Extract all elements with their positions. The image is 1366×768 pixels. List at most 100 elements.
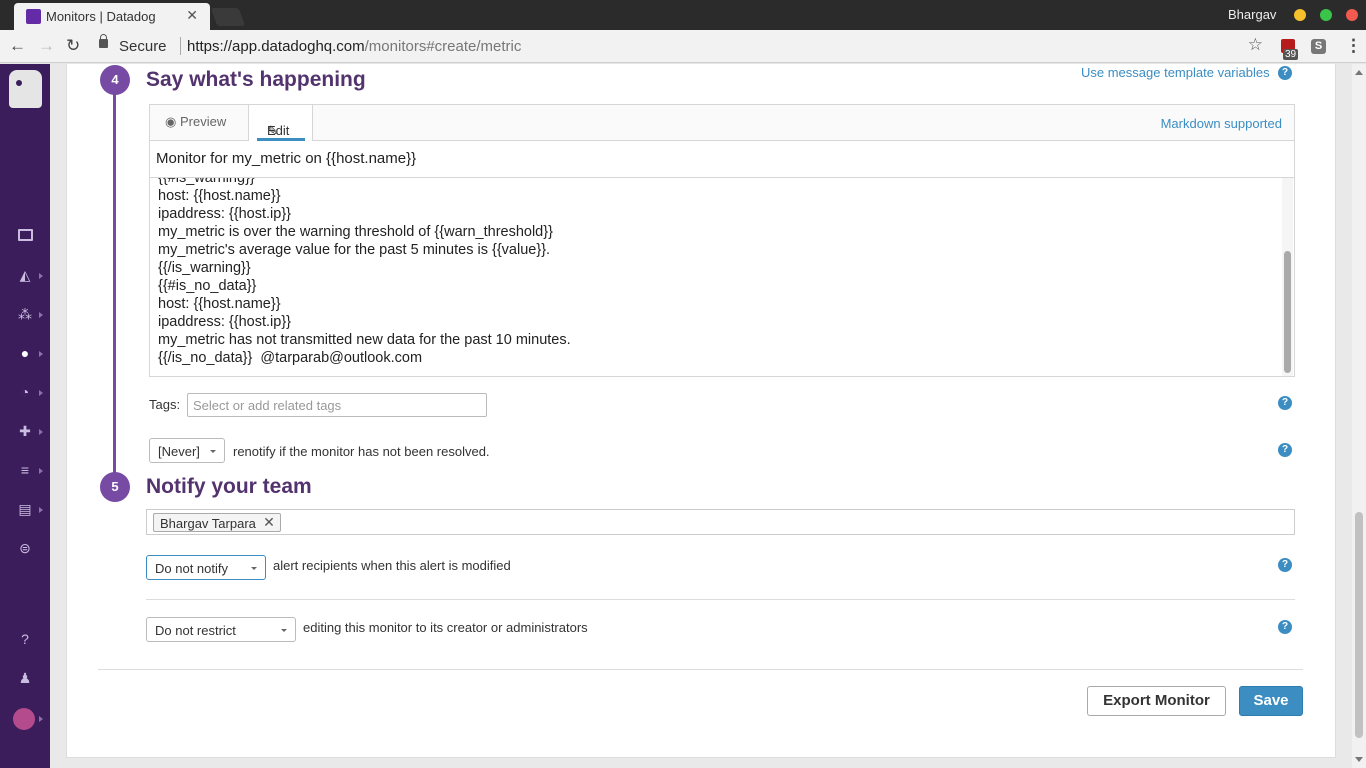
chevron-down-icon	[281, 629, 287, 632]
save-button[interactable]: Save	[1239, 686, 1303, 716]
export-monitor-button[interactable]: Export Monitor	[1087, 686, 1226, 716]
body-line: ipaddress: {{host.ip}}	[158, 206, 292, 222]
reload-icon[interactable]: ↻	[66, 36, 80, 56]
help-icon[interactable]: ?	[1278, 443, 1292, 457]
message-body-textarea[interactable]: {{#is_warning}} host: {{host.name}} ipad…	[150, 178, 1294, 376]
address-separator	[180, 37, 181, 55]
body-line: {{#is_warning}}	[158, 178, 255, 186]
body-line: my_metric's average value for the past 5…	[158, 242, 551, 258]
chevron-right-icon	[39, 429, 43, 435]
scroll-down-arrow-icon[interactable]	[1355, 757, 1363, 762]
eye-icon: ◉	[165, 114, 180, 129]
url-text: https://app.datadoghq.com/monitors#creat…	[187, 38, 522, 55]
body-line: my_metric has not transmitted new data f…	[158, 332, 571, 348]
app-sidebar: ◭ ⁂ ● ◔ ✚ ≡ ▤ ⊜ ? ♟	[0, 64, 50, 768]
markdown-supported-link[interactable]: Markdown supported	[1161, 116, 1282, 131]
body-line: host: {{host.name}}	[158, 296, 281, 312]
address-bar[interactable]: Secure https://app.datadoghq.com/monitor…	[95, 34, 1275, 59]
tags-label: Tags:	[149, 397, 181, 412]
maximize-button[interactable]	[1320, 9, 1332, 21]
restrict-editing-select[interactable]: Do not restrict	[146, 617, 296, 642]
chevron-right-icon	[39, 390, 43, 396]
editor-tabs: ◉ Preview ✎ Edit Markdown supported	[150, 105, 1294, 141]
remove-recipient-icon[interactable]: ✕	[263, 514, 275, 531]
tab-title: Monitors | Datadog	[46, 9, 156, 24]
body-line: {{/is_warning}}	[158, 260, 251, 276]
browser-toolbar: ← → ↻ Secure https://app.datadoghq.com/m…	[0, 30, 1366, 63]
renotify-select-value: [Never]	[158, 444, 200, 459]
dashboards-icon[interactable]: ◭	[17, 268, 33, 282]
section-title-notify-your-team: Notify your team	[146, 475, 312, 498]
profile-name[interactable]: Bhargav	[1228, 7, 1276, 22]
section-title-say-whats-happening: Say what's happening	[146, 68, 366, 91]
apm-icon[interactable]: ◔	[17, 385, 33, 399]
footer-divider	[98, 669, 1303, 670]
synthetics-icon[interactable]: ⊜	[17, 541, 33, 555]
tags-input[interactable]: Select or add related tags	[187, 393, 487, 417]
forward-arrow-icon[interactable]: →	[38, 36, 55, 56]
chevron-right-icon	[39, 312, 43, 318]
chevron-right-icon	[39, 507, 43, 513]
body-line: host: {{host.name}}	[158, 188, 281, 204]
restrict-select-value: Do not restrict	[155, 623, 236, 638]
datadog-favicon-icon	[26, 9, 41, 24]
body-line: ipaddress: {{host.ip}}	[158, 314, 292, 330]
body-line: my_metric is over the warning threshold …	[158, 224, 553, 240]
chevron-right-icon	[39, 273, 43, 279]
browser-tab[interactable]: Monitors | Datadog ✕	[14, 3, 210, 30]
minimize-button[interactable]	[1294, 9, 1306, 21]
help-icon[interactable]: ?	[17, 632, 33, 646]
restrict-text: editing this monitor to its creator or a…	[303, 620, 588, 635]
recipient-name: Bhargav Tarpara	[160, 516, 256, 531]
tab-close-icon[interactable]: ✕	[186, 7, 198, 24]
step-rail	[113, 82, 116, 487]
message-editor: ◉ Preview ✎ Edit Markdown supported Moni…	[149, 104, 1295, 377]
template-variables-link[interactable]: Use message template variables	[1081, 65, 1270, 80]
message-subject-input[interactable]: Monitor for my_metric on {{host.name}}	[150, 141, 1294, 178]
chevron-down-icon	[210, 450, 216, 453]
step-number-4: 4	[100, 65, 130, 95]
recipients-input[interactable]: Bhargav Tarpara ✕	[146, 509, 1295, 535]
tab-preview[interactable]: ◉ Preview	[165, 114, 226, 130]
team-icon[interactable]: ♟	[17, 671, 33, 685]
scroll-up-arrow-icon[interactable]	[1355, 70, 1363, 75]
help-icon[interactable]: ?	[1278, 620, 1292, 634]
monitors-icon[interactable]: ●	[17, 346, 33, 360]
tab-edit[interactable]: ✎ Edit	[248, 105, 313, 141]
editor-scrollbar[interactable]	[1282, 178, 1293, 376]
browser-titlebar: Monitors | Datadog ✕ Bhargav	[0, 0, 1366, 30]
step-number-5: 5	[100, 472, 130, 502]
chevron-right-icon	[39, 351, 43, 357]
browser-menu-icon[interactable]: ⋮	[1345, 36, 1362, 56]
extension-icon[interactable]: S	[1311, 39, 1326, 54]
notify-select-value: Do not notify	[155, 561, 228, 576]
renotify-select[interactable]: [Never]	[149, 438, 225, 463]
bookmark-star-icon[interactable]: ☆	[1248, 35, 1263, 55]
help-icon[interactable]: ?	[1278, 396, 1292, 410]
new-tab-button[interactable]	[210, 8, 246, 26]
help-icon[interactable]: ?	[1278, 66, 1292, 80]
notebooks-icon[interactable]: ▤	[17, 502, 33, 516]
extension-badge: 39	[1283, 49, 1299, 60]
renotify-text: renotify if the monitor has not been res…	[233, 444, 490, 459]
editor-scroll-thumb[interactable]	[1284, 251, 1291, 373]
integrations-icon[interactable]: ✚	[17, 424, 33, 438]
secure-label: Secure	[119, 38, 167, 55]
scroll-thumb[interactable]	[1355, 512, 1363, 738]
infrastructure-icon[interactable]: ⁂	[17, 307, 33, 321]
lock-icon	[99, 34, 108, 48]
close-window-button[interactable]	[1346, 9, 1358, 21]
chevron-right-icon	[39, 716, 43, 722]
page-scrollbar[interactable]	[1352, 64, 1366, 768]
body-line: {{#is_no_data}}	[158, 278, 257, 294]
help-icon[interactable]: ?	[1278, 558, 1292, 572]
back-arrow-icon[interactable]: ←	[9, 36, 26, 56]
notify-modified-select[interactable]: Do not notify	[146, 555, 266, 580]
divider	[146, 599, 1295, 600]
recipient-chip: Bhargav Tarpara ✕	[153, 513, 281, 532]
datadog-logo-icon[interactable]	[9, 70, 42, 108]
user-avatar[interactable]	[13, 708, 35, 730]
logs-icon[interactable]: ≡	[17, 463, 33, 477]
chevron-right-icon	[39, 468, 43, 474]
events-icon[interactable]	[17, 229, 33, 243]
